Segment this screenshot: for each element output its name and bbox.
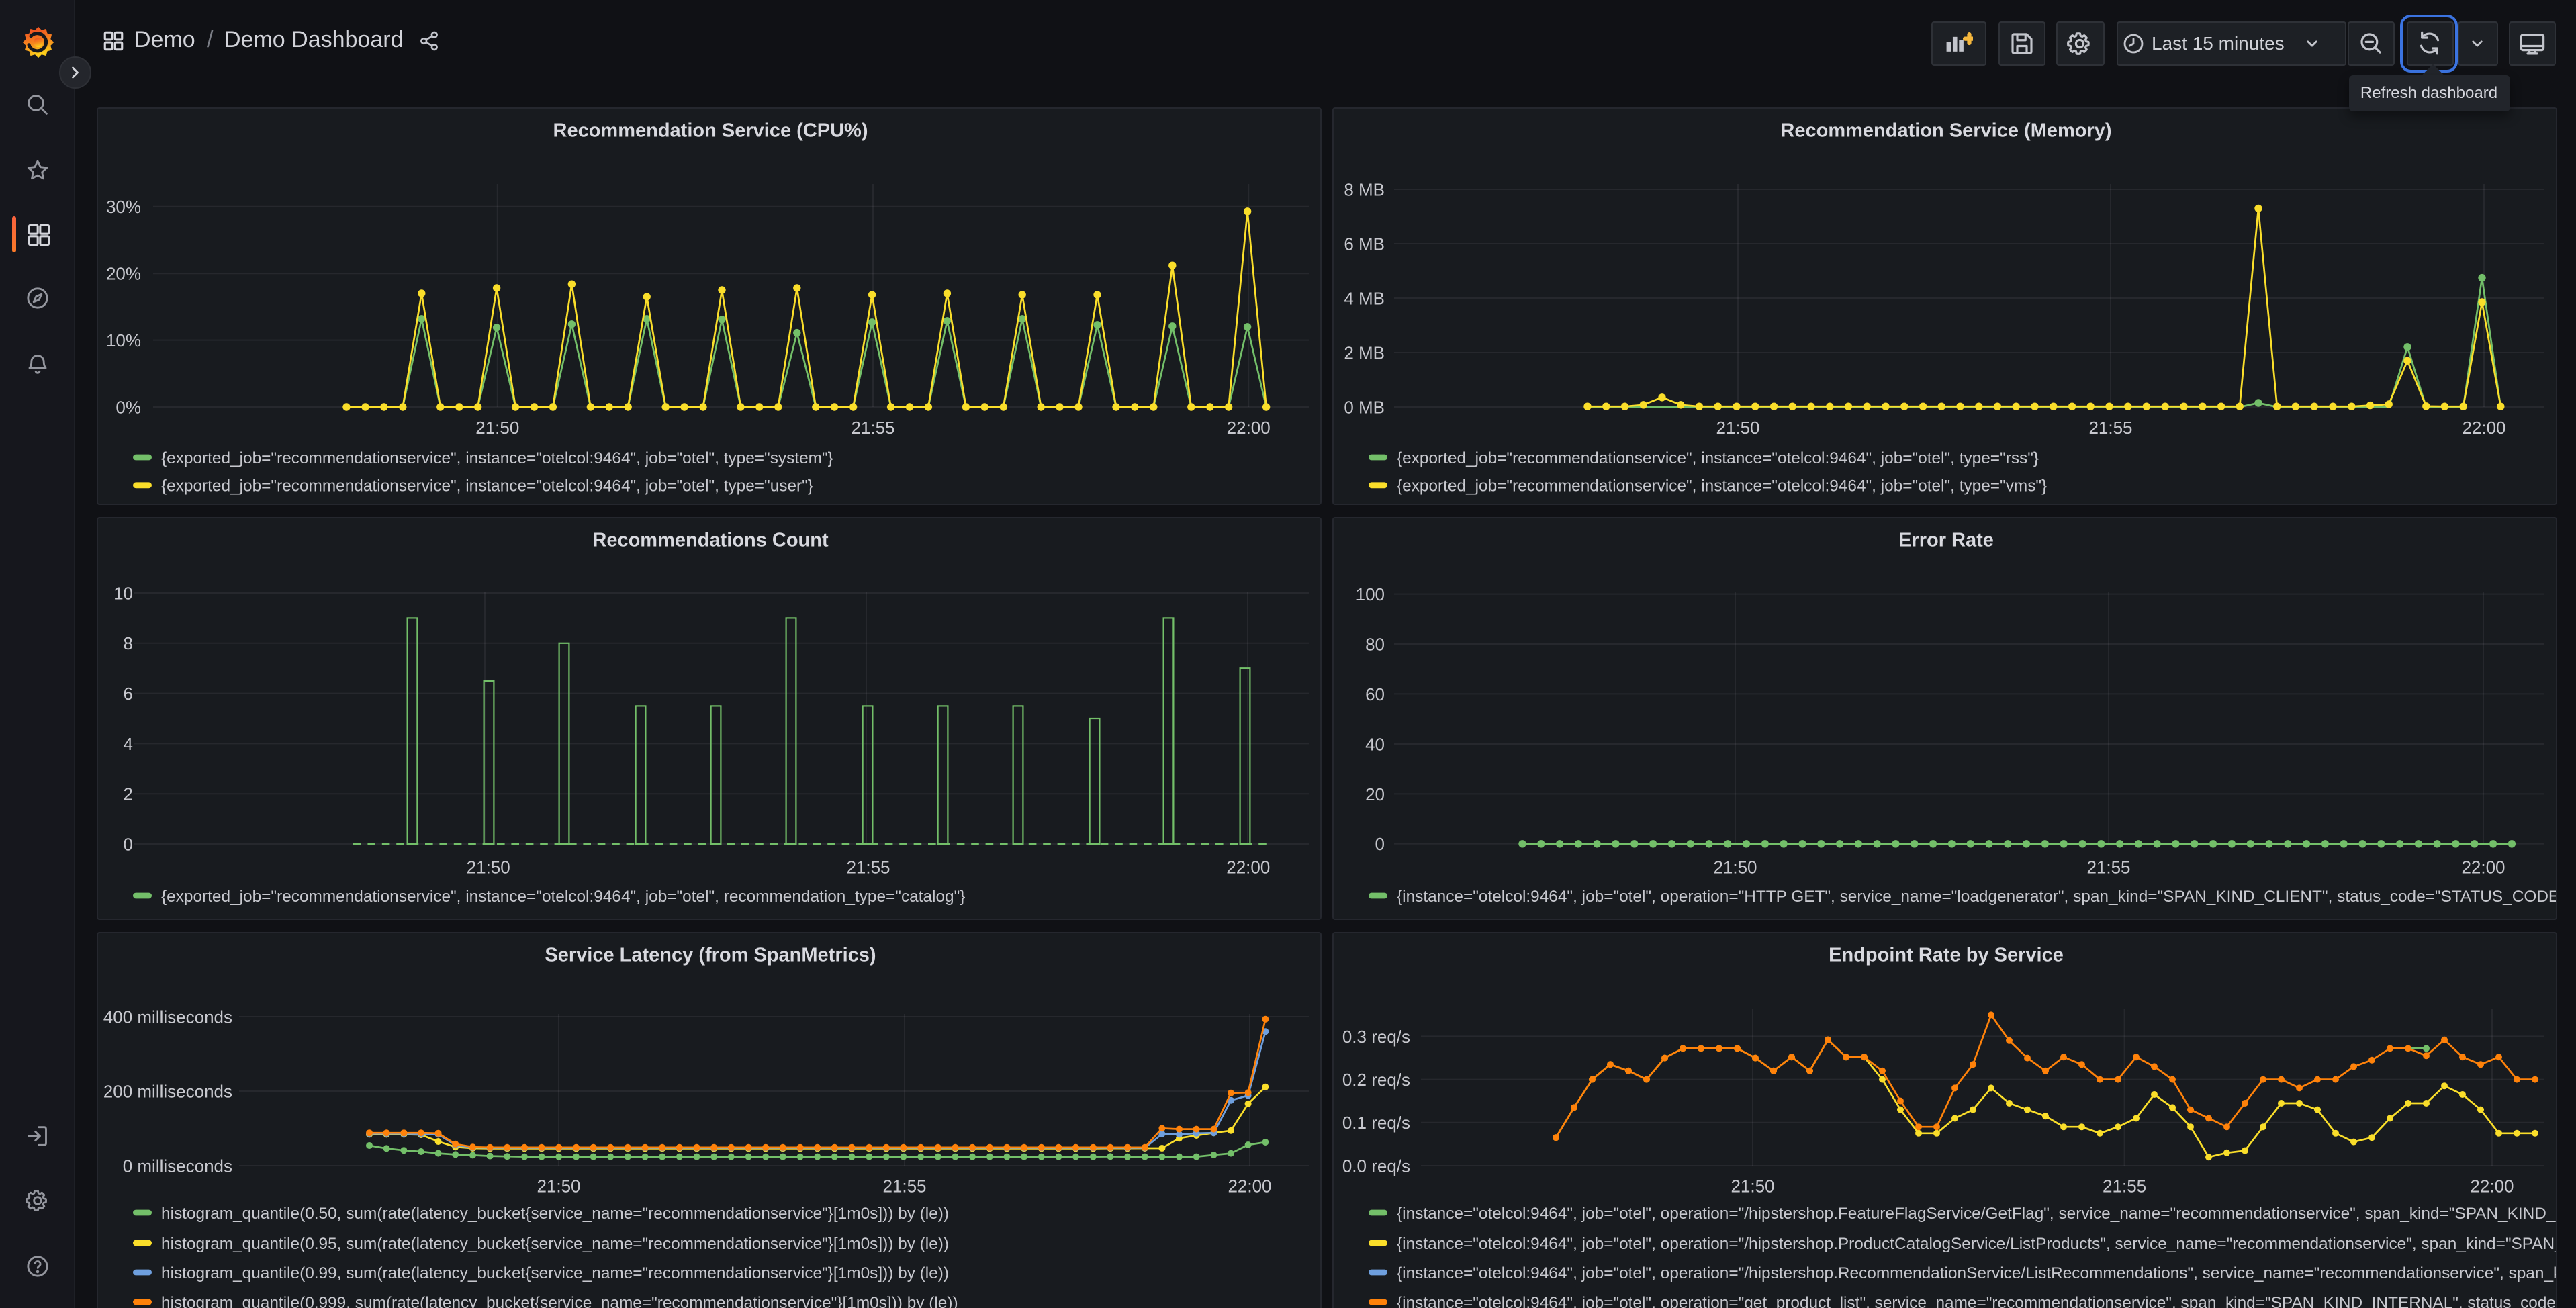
svg-text:{instance="otelcol:9464", job=: {instance="otelcol:9464", job="otel", op… <box>1397 1294 2557 1308</box>
svg-text:0.1 req/s: 0.1 req/s <box>1342 1113 1410 1133</box>
svg-text:80: 80 <box>1365 633 1385 653</box>
svg-text:22:00: 22:00 <box>1227 418 1271 438</box>
svg-text:40: 40 <box>1365 733 1385 753</box>
svg-text:0.3 req/s: 0.3 req/s <box>1342 1027 1410 1047</box>
svg-text:{exported_job="recommendations: {exported_job="recommendationservice", i… <box>161 449 833 467</box>
svg-text:{exported_job="recommendations: {exported_job="recommendationservice", i… <box>161 477 813 496</box>
svg-text:21:50: 21:50 <box>1713 857 1757 877</box>
svg-text:2 MB: 2 MB <box>1344 342 1385 363</box>
svg-text:histogram_quantile(0.50, sum(r: histogram_quantile(0.50, sum(rate(latenc… <box>161 1205 949 1223</box>
svg-text:21:55: 21:55 <box>882 1176 926 1196</box>
svg-text:Recommendation Service (CPU%): Recommendation Service (CPU%) <box>553 120 868 141</box>
svg-text:histogram_quantile(0.999, sum(: histogram_quantile(0.999, sum(rate(laten… <box>161 1294 958 1308</box>
svg-text:Recommendation Service (Memory: Recommendation Service (Memory) <box>1780 120 2111 141</box>
svg-text:21:55: 21:55 <box>846 857 890 877</box>
svg-text:{instance="otelcol:9464", job=: {instance="otelcol:9464", job="otel", op… <box>1397 1235 2557 1253</box>
svg-text:0.2 req/s: 0.2 req/s <box>1342 1070 1410 1090</box>
svg-text:0%: 0% <box>116 397 141 417</box>
svg-text:21:50: 21:50 <box>1716 418 1759 438</box>
svg-text:100: 100 <box>1356 583 1385 604</box>
svg-text:{instance="otelcol:9464", job=: {instance="otelcol:9464", job="otel", op… <box>1397 1264 2557 1282</box>
svg-text:21:55: 21:55 <box>2088 418 2132 438</box>
svg-text:21:50: 21:50 <box>537 1176 580 1196</box>
svg-text:21:55: 21:55 <box>2086 857 2130 877</box>
svg-text:0 milliseconds: 0 milliseconds <box>123 1156 232 1176</box>
svg-text:6: 6 <box>124 683 133 703</box>
svg-text:Service Latency (from SpanMetr: Service Latency (from SpanMetrics) <box>545 944 876 966</box>
svg-text:{exported_job="recommendations: {exported_job="recommendationservice", i… <box>1397 477 2047 496</box>
svg-text:histogram_quantile(0.95, sum(r: histogram_quantile(0.95, sum(rate(latenc… <box>161 1235 949 1253</box>
svg-text:21:55: 21:55 <box>2103 1176 2146 1196</box>
svg-text:20%: 20% <box>106 264 141 284</box>
svg-text:20: 20 <box>1365 784 1385 804</box>
svg-text:Error Rate: Error Rate <box>1898 528 1994 550</box>
svg-text:30%: 30% <box>106 197 141 217</box>
svg-text:400 milliseconds: 400 milliseconds <box>103 1007 232 1027</box>
svg-text:4 MB: 4 MB <box>1344 288 1385 308</box>
svg-text:{instance="otelcol:9464", job=: {instance="otelcol:9464", job="otel", op… <box>1397 887 2557 905</box>
svg-text:Endpoint Rate by Service: Endpoint Rate by Service <box>1829 944 2064 966</box>
svg-text:10%: 10% <box>106 330 141 351</box>
svg-text:histogram_quantile(0.99, sum(r: histogram_quantile(0.99, sum(rate(latenc… <box>161 1264 949 1282</box>
svg-text:4: 4 <box>124 733 133 753</box>
svg-text:{instance="otelcol:9464", job=: {instance="otelcol:9464", job="otel", op… <box>1397 1205 2557 1223</box>
svg-text:21:50: 21:50 <box>1731 1176 1774 1196</box>
svg-text:22:00: 22:00 <box>1226 857 1270 877</box>
svg-text:8: 8 <box>124 633 133 653</box>
svg-text:8 MB: 8 MB <box>1344 179 1385 199</box>
svg-text:0: 0 <box>124 833 133 853</box>
svg-text:60: 60 <box>1365 684 1385 704</box>
svg-text:22:00: 22:00 <box>2461 857 2505 877</box>
svg-text:22:00: 22:00 <box>2470 1176 2514 1196</box>
svg-text:2: 2 <box>124 784 133 804</box>
svg-text:200 milliseconds: 200 milliseconds <box>103 1081 232 1101</box>
svg-text:10: 10 <box>113 582 133 602</box>
svg-text:21:55: 21:55 <box>851 418 894 438</box>
svg-text:22:00: 22:00 <box>1228 1176 1271 1196</box>
svg-text:22:00: 22:00 <box>2462 418 2505 438</box>
svg-text:0 MB: 0 MB <box>1344 397 1385 417</box>
svg-text:21:50: 21:50 <box>467 857 510 877</box>
svg-text:0: 0 <box>1375 833 1385 853</box>
svg-text:21:50: 21:50 <box>475 418 519 438</box>
svg-text:{exported_job="recommendations: {exported_job="recommendationservice", i… <box>161 887 965 905</box>
svg-text:Recommendations Count: Recommendations Count <box>592 528 829 550</box>
svg-text:{exported_job="recommendations: {exported_job="recommendationservice", i… <box>1397 449 2039 467</box>
svg-text:0.0 req/s: 0.0 req/s <box>1342 1156 1410 1176</box>
svg-text:6 MB: 6 MB <box>1344 234 1385 254</box>
